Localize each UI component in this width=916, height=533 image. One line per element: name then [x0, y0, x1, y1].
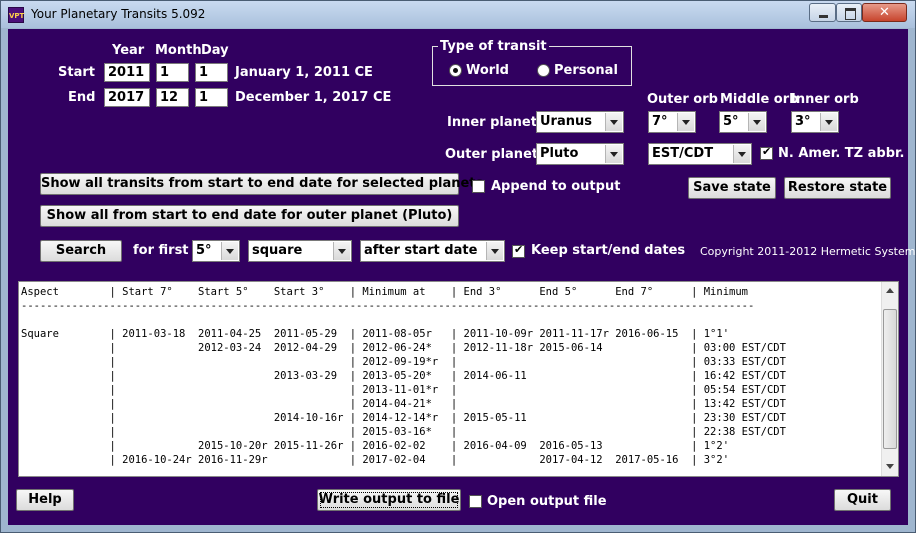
end-label: End — [68, 90, 96, 105]
start-day-input[interactable]: 1 — [195, 63, 228, 82]
start-month-input[interactable]: 1 — [156, 63, 189, 82]
chevron-down-icon — [605, 113, 622, 131]
start-label: Start — [58, 65, 95, 80]
end-day-input[interactable]: 1 — [195, 88, 228, 107]
inner-orb-select[interactable]: 3° — [791, 111, 839, 133]
outer-orb-select[interactable]: 7° — [648, 111, 696, 133]
output-row: | | 2014-04-21* | | 13:42 EST/CDT — [21, 398, 786, 410]
chevron-down-icon — [733, 145, 750, 163]
middle-orb-value: 5° — [723, 114, 739, 129]
output-scrollbar[interactable] — [881, 282, 898, 476]
chevron-down-icon — [221, 242, 238, 260]
inner-planet-select[interactable]: Uranus — [536, 111, 624, 133]
show-all-selected-button[interactable]: Show all transits from start to end date… — [40, 173, 483, 195]
scroll-up-icon[interactable] — [886, 288, 894, 293]
output-textarea[interactable]: Aspect | Start 7° Start 5° Start 3° | Mi… — [18, 281, 899, 477]
month-header: Month — [155, 43, 202, 58]
chevron-down-icon — [677, 113, 694, 131]
year-header: Year — [112, 43, 145, 58]
title-bar: VPT Your Planetary Transits 5.092 ✕ — [1, 1, 915, 28]
window-title: Your Planetary Transits 5.092 — [31, 7, 206, 21]
world-radio[interactable] — [449, 64, 462, 77]
save-state-button[interactable]: Save state — [688, 177, 776, 199]
outer-orb-label: Outer orb — [647, 92, 718, 107]
output-row: Square | 2011-03-18 2011-04-25 2011-05-2… — [21, 328, 730, 340]
day-header: Day — [201, 43, 229, 58]
maximize-button[interactable] — [836, 3, 862, 22]
quit-button[interactable]: Quit — [834, 489, 891, 511]
timezone-select[interactable]: EST/CDT — [648, 143, 752, 165]
outer-orb-value: 7° — [652, 114, 668, 129]
search-when-value: after start date — [364, 243, 478, 258]
append-output-label: Append to output — [491, 179, 621, 194]
output-row: | 2013-03-29 | 2013-05-20* | 2014-06-11 … — [21, 370, 786, 382]
scroll-down-icon[interactable] — [886, 464, 894, 469]
search-orb-value: 5° — [196, 243, 212, 258]
keep-dates-checkbox[interactable] — [512, 243, 525, 258]
output-text: Aspect | Start 7° Start 5° Start 3° | Mi… — [21, 285, 786, 467]
world-label: World — [466, 63, 509, 78]
scroll-thumb[interactable] — [883, 309, 897, 449]
open-output-checkbox[interactable] — [469, 495, 482, 508]
middle-orb-select[interactable]: 5° — [719, 111, 767, 133]
output-header: Aspect | Start 7° Start 5° Start 3° | Mi… — [21, 286, 748, 298]
inner-orb-value: 3° — [795, 114, 811, 129]
chevron-down-icon — [333, 242, 350, 260]
tz-abbr-checkbox[interactable] — [760, 145, 773, 160]
output-row: | 2014-10-16r | 2014-12-14*r | 2015-05-1… — [21, 412, 786, 424]
chevron-down-icon — [748, 113, 765, 131]
output-row: | 2012-03-24 2012-04-29 | 2012-06-24* | … — [21, 342, 786, 354]
search-when-select[interactable]: after start date — [360, 240, 505, 262]
outer-planet-value: Pluto — [540, 146, 579, 161]
help-button[interactable]: Help — [16, 489, 74, 511]
timezone-value: EST/CDT — [652, 146, 714, 161]
inner-orb-label: Inner orb — [791, 92, 859, 107]
search-button[interactable]: Search — [40, 240, 122, 262]
outer-planet-select[interactable]: Pluto — [536, 143, 624, 165]
end-month-input[interactable]: 12 — [156, 88, 189, 107]
end-date-text: December 1, 2017 CE — [235, 90, 392, 105]
output-row: | 2016-10-24r 2016-11-29r | 2017-02-04 |… — [21, 454, 730, 466]
output-row: | | 2012-09-19*r | | 03:33 EST/CDT — [21, 356, 786, 368]
inner-planet-value: Uranus — [540, 114, 592, 129]
middle-orb-label: Middle orb — [720, 92, 799, 107]
personal-label: Personal — [554, 63, 618, 78]
output-row: | | 2013-11-01*r | | 05:54 EST/CDT — [21, 384, 786, 396]
output-row: | 2015-10-20r 2015-11-26r | 2016-02-02 |… — [21, 440, 730, 452]
app-icon: VPT — [8, 7, 24, 23]
close-icon: ✕ — [879, 5, 890, 20]
minimize-button[interactable] — [809, 3, 836, 22]
tz-abbr-label: N. Amer. TZ abbr. — [778, 146, 905, 161]
outer-planet-label: Outer planet — [445, 147, 539, 162]
chevron-down-icon — [820, 113, 837, 131]
personal-radio[interactable] — [537, 64, 550, 77]
aspect-value: square — [252, 243, 303, 258]
write-output-button[interactable]: Write output to file — [317, 489, 461, 511]
copyright-text: Copyright 2011-2012 Hermetic Systems — [700, 245, 916, 258]
search-orb-select[interactable]: 5° — [192, 240, 240, 262]
output-separator: ----------------------------------------… — [21, 300, 755, 312]
chevron-down-icon — [605, 145, 622, 163]
for-first-label: for first — [133, 243, 189, 258]
start-year-input[interactable]: 2011 — [104, 63, 150, 82]
output-row: | | 2015-03-16* | | 22:38 EST/CDT — [21, 426, 786, 438]
chevron-down-icon — [486, 242, 503, 260]
start-date-text: January 1, 2011 CE — [235, 65, 373, 80]
end-year-input[interactable]: 2017 — [104, 88, 150, 107]
keep-dates-label: Keep start/end dates — [531, 243, 686, 258]
show-all-outer-button[interactable]: Show all from start to end date for oute… — [40, 205, 459, 227]
restore-state-button[interactable]: Restore state — [784, 177, 891, 199]
append-output-checkbox[interactable] — [472, 180, 485, 193]
open-output-label: Open output file — [487, 494, 607, 509]
close-button[interactable]: ✕ — [862, 3, 907, 22]
main-panel: Year Month Day Start 2011 1 1 January 1,… — [8, 29, 916, 525]
transit-type-legend: Type of transit — [438, 39, 549, 54]
inner-planet-label: Inner planet — [447, 115, 537, 130]
aspect-select[interactable]: square — [248, 240, 352, 262]
